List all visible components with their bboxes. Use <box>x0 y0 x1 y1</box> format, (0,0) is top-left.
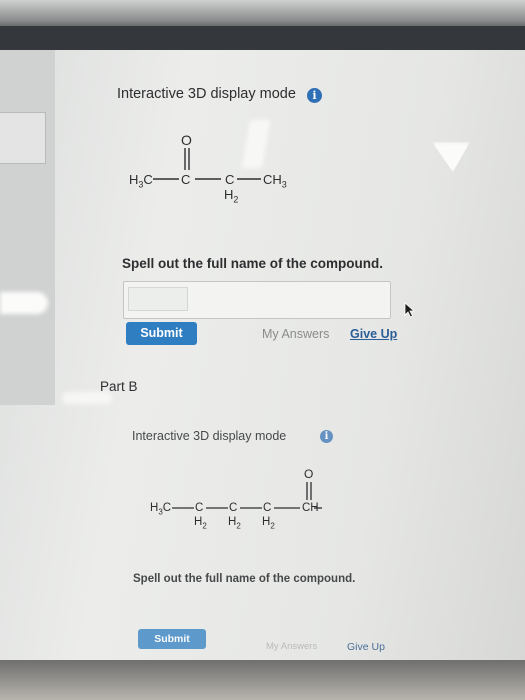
give-up-link[interactable]: Give Up <box>350 327 397 341</box>
left-navigation-strip <box>0 50 55 405</box>
hydrogens-b3: H2 <box>262 516 275 531</box>
my-answers-link-part-b[interactable]: My Answers <box>266 641 317 652</box>
oxygen-atom-b: O <box>304 467 314 481</box>
part-b-title: Part B <box>100 379 138 394</box>
info-icon-part-b[interactable]: i <box>320 430 333 443</box>
methylene-carbon: C <box>225 172 235 187</box>
oxygen-atom: O <box>181 132 192 148</box>
display-mode-label-part-b: Interactive 3D display mode <box>132 429 287 443</box>
glare-left <box>0 292 48 314</box>
submit-button-part-b[interactable]: Submit <box>138 629 206 649</box>
methyl-group-right: CH3 <box>263 172 287 190</box>
submit-button[interactable]: Submit <box>126 322 197 345</box>
methyl-group-left-b: H3C <box>150 502 172 517</box>
structure-part-a: O H3C C C H2 CH3 <box>125 132 315 212</box>
answer-input-inner[interactable] <box>128 287 188 311</box>
desk-surface <box>0 660 525 700</box>
hydrogens-b2: H2 <box>228 516 241 531</box>
hydrogens-b1: H2 <box>194 516 207 531</box>
structure-part-b: O H3C C C C H2 H2 H2 CH <box>150 466 350 536</box>
carbon-b2: C <box>229 502 238 514</box>
mouse-cursor-icon <box>404 302 416 318</box>
my-answers-link[interactable]: My Answers <box>262 327 329 341</box>
question-prompt-part-b: Spell out the full name of the compound. <box>133 573 356 585</box>
aldehyde-group-b: CH <box>302 502 319 514</box>
methylene-hydrogens: H2 <box>224 187 239 205</box>
display-mode-label: Interactive 3D display mode <box>117 86 296 102</box>
structure-bonds-b <box>172 482 322 509</box>
left-panel-box <box>0 112 46 164</box>
answer-input[interactable] <box>123 281 391 319</box>
carbon-b3: C <box>263 502 272 514</box>
give-up-link-part-b[interactable]: Give Up <box>347 641 385 653</box>
carbon-b1: C <box>195 502 204 514</box>
question-prompt: Spell out the full name of the compound. <box>122 256 383 271</box>
methyl-group-left: H3C <box>129 172 153 190</box>
carbonyl-carbon: C <box>181 172 191 187</box>
browser-header-bar <box>0 26 525 50</box>
info-icon[interactable]: i <box>307 88 322 103</box>
